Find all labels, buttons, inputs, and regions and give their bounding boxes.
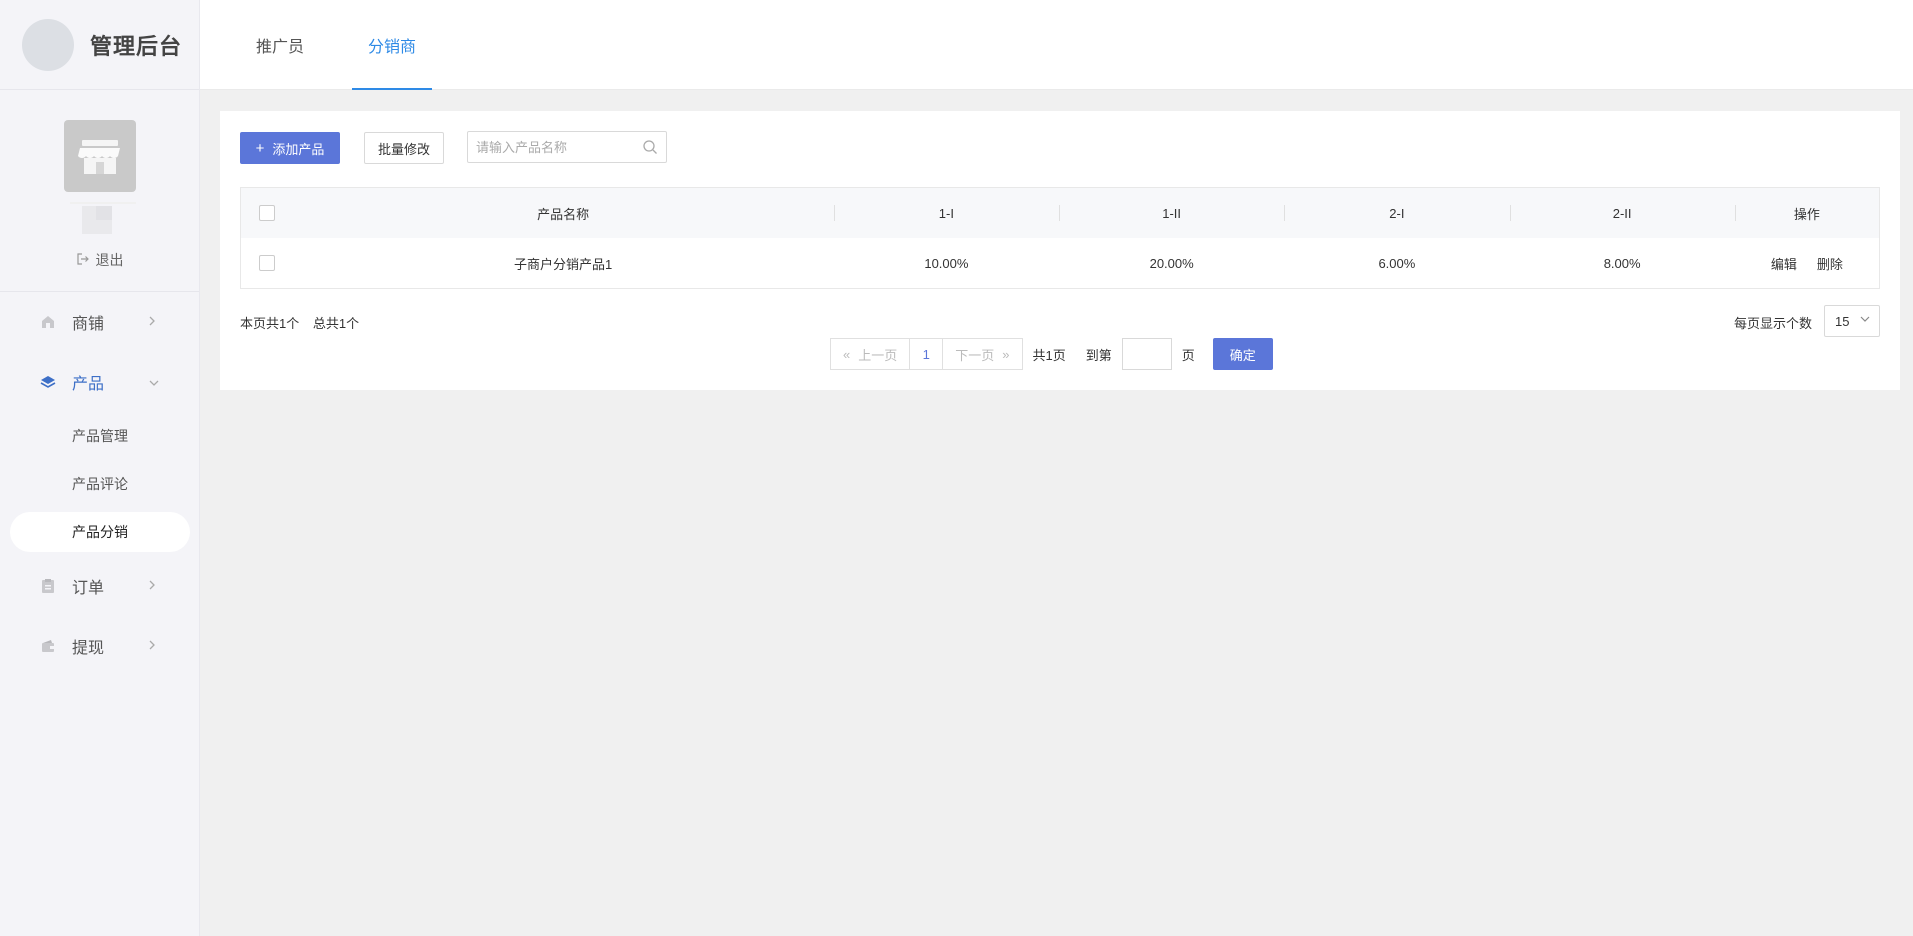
brand-title: 管理后台 — [90, 33, 183, 59]
cell-level-2-i: 6.00% — [1378, 255, 1416, 271]
sidebar: 管理后台 退出 商铺 产品 产品管理 产品评论 产品分销 订单 提现 — [0, 0, 200, 936]
sidebar-item-label: 提现 — [72, 640, 105, 657]
select-all-checkbox[interactable] — [258, 205, 275, 221]
main-panel: + 添加产品 批量修改 产品名称 1-I 1-II 2-I 2-II 操作 子商… — [220, 111, 1900, 390]
home-icon — [40, 314, 56, 330]
shop-name-placeholder — [70, 202, 136, 204]
chevron-right-icon — [148, 579, 156, 594]
brand-header: 管理后台 — [0, 0, 199, 90]
top-tab-bar: 推广员 分销商 — [200, 0, 1913, 90]
shop-avatar[interactable] — [64, 120, 136, 192]
pagination: « 上一页 1 下一页 » 共1页 到第 页 确定 — [830, 338, 1273, 370]
logout-button[interactable]: 退出 — [0, 250, 199, 270]
page-count-text: 本页共1个 — [240, 316, 300, 331]
chevron-right-icon — [148, 315, 156, 330]
layers-icon — [40, 374, 56, 390]
cell-actions: 编辑 删除 — [1735, 238, 1879, 288]
logout-label: 退出 — [95, 252, 124, 268]
goto-page-input[interactable] — [1121, 338, 1172, 370]
product-search — [467, 131, 667, 163]
distribution-table: 产品名称 1-I 1-II 2-I 2-II 操作 子商户分销产品1 10.00… — [240, 187, 1880, 289]
cell-product-name: 子商户分销产品1 — [513, 256, 613, 272]
shop-profile: 退出 — [0, 90, 199, 292]
logout-icon — [76, 252, 90, 269]
chevron-down-icon — [148, 375, 160, 390]
delete-link[interactable]: 删除 — [1817, 254, 1843, 273]
header-level-1-ii: 1-II — [1059, 188, 1284, 238]
per-page-value: 15 — [1835, 313, 1850, 329]
sidebar-menu: 商铺 产品 产品管理 产品评论 产品分销 订单 提现 — [0, 292, 200, 676]
tab-promoter[interactable]: 推广员 — [240, 0, 320, 90]
next-page-button[interactable]: 下一页 » — [942, 338, 1023, 370]
batch-edit-button[interactable]: 批量修改 — [364, 132, 444, 164]
header-level-2-ii: 2-II — [1509, 188, 1735, 238]
sidebar-item-shop[interactable]: 商铺 — [0, 292, 200, 352]
row-checkbox[interactable] — [258, 255, 275, 271]
total-pages-text: 共1页 — [1032, 347, 1066, 363]
header-level-2-i: 2-I — [1284, 188, 1509, 238]
row-checkbox-cell — [241, 238, 292, 288]
cell-level-2-ii: 8.00% — [1603, 255, 1641, 271]
sidebar-subitem-product-management[interactable]: 产品管理 — [0, 412, 200, 460]
edit-link[interactable]: 编辑 — [1771, 254, 1797, 273]
double-chevron-left-icon: « — [843, 346, 851, 362]
sidebar-item-label: 商铺 — [72, 316, 105, 333]
sidebar-item-orders[interactable]: 订单 — [0, 556, 200, 616]
add-product-label: 添加产品 — [272, 141, 325, 157]
header-level-1-i: 1-I — [833, 188, 1059, 238]
wallet-icon — [40, 638, 56, 654]
add-product-button[interactable]: + 添加产品 — [240, 132, 340, 164]
cell-level-1-i: 10.00% — [924, 255, 969, 271]
cell-level-1-ii: 20.00% — [1149, 255, 1194, 271]
page-unit-label: 页 — [1181, 347, 1195, 363]
sidebar-subitem-product-distribution[interactable]: 产品分销 — [10, 512, 190, 552]
sidebar-subitem-product-reviews[interactable]: 产品评论 — [0, 460, 200, 508]
tab-distributor[interactable]: 分销商 — [352, 0, 433, 90]
product-search-input[interactable] — [468, 132, 638, 162]
double-chevron-right-icon: » — [1002, 346, 1010, 362]
next-page-label: 下一页 — [955, 347, 995, 363]
header-actions: 操作 — [1734, 188, 1879, 238]
prev-page-button[interactable]: « 上一页 — [830, 338, 911, 370]
chevron-down-icon — [1859, 314, 1871, 326]
page-number-current[interactable]: 1 — [910, 338, 943, 370]
goto-label: 到第 — [1085, 347, 1112, 363]
table-row: 子商户分销产品1 10.00% 20.00% 6.00% 8.00% 编辑 删除 — [241, 238, 1879, 288]
total-count-text: 总共1个 — [312, 316, 360, 331]
per-page-label: 每页显示个数 — [1733, 316, 1812, 331]
plus-icon: + — [255, 139, 265, 157]
per-page-select[interactable]: 15 — [1824, 305, 1880, 337]
store-icon — [78, 140, 120, 174]
table-header: 产品名称 1-I 1-II 2-I 2-II 操作 — [241, 188, 1879, 238]
header-product-name: 产品名称 — [537, 206, 590, 222]
clipboard-icon — [40, 578, 56, 594]
brand-logo — [22, 18, 74, 71]
shop-name-placeholder-block — [96, 206, 112, 220]
sidebar-item-label: 订单 — [72, 580, 105, 597]
prev-page-label: 上一页 — [858, 347, 898, 363]
chevron-right-icon — [148, 639, 156, 654]
sidebar-item-withdraw[interactable]: 提现 — [0, 616, 200, 676]
search-icon[interactable] — [642, 139, 658, 160]
header-checkbox-cell — [241, 188, 292, 238]
page-summary: 本页共1个 总共1个 — [240, 313, 369, 332]
sidebar-item-label: 产品 — [72, 376, 105, 393]
goto-confirm-button[interactable]: 确定 — [1212, 338, 1273, 370]
sidebar-item-product[interactable]: 产品 — [0, 352, 200, 412]
